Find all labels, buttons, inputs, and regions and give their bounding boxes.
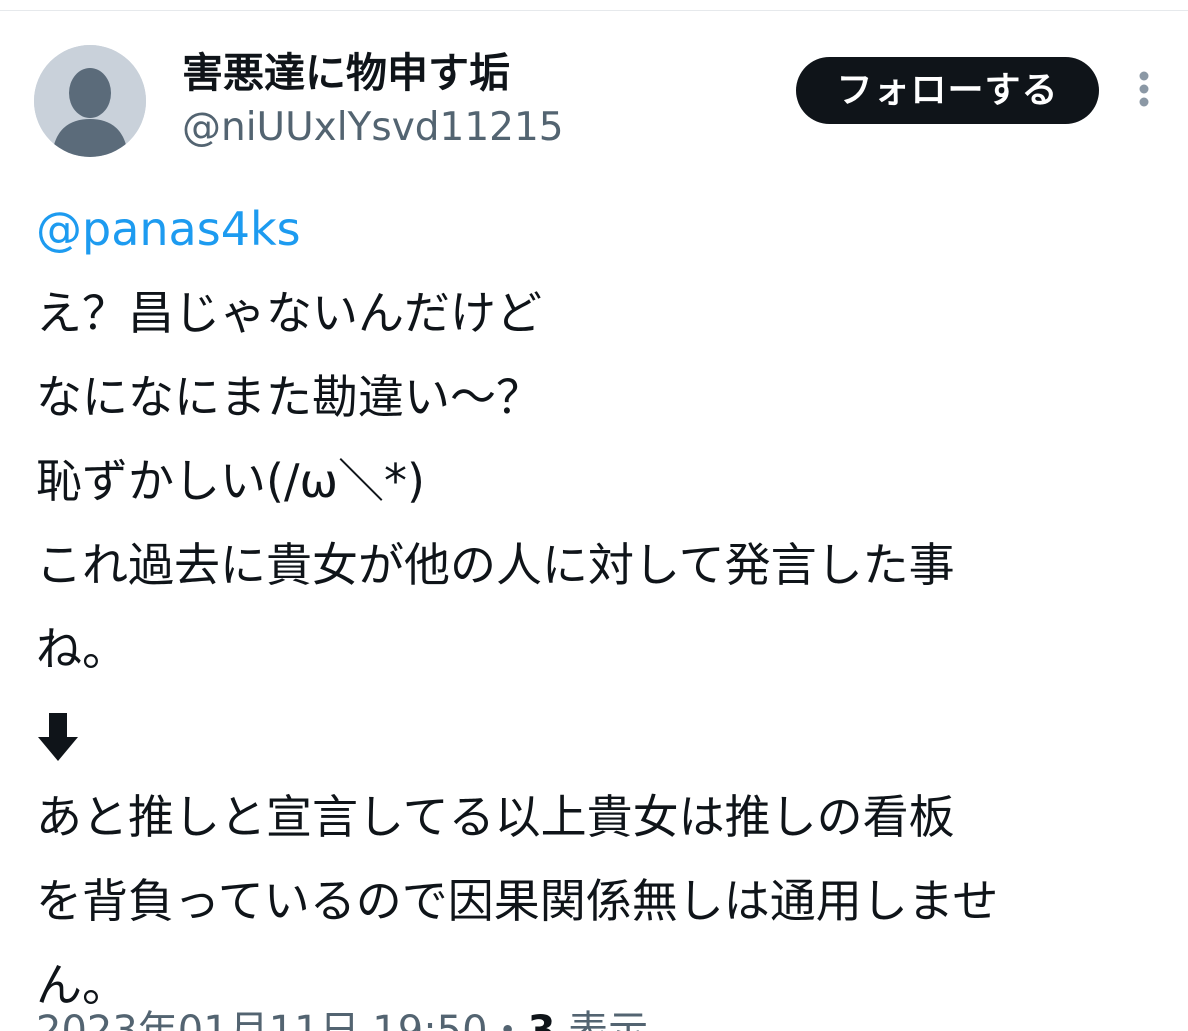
- top-divider: [0, 0, 1188, 11]
- tweet-text: @panas4ks え？昌じゃないんだけど なになにまた勘違い〜？ 恥ずかしい(…: [36, 187, 1166, 1027]
- reply-mention-link[interactable]: @panas4ks: [36, 187, 1166, 271]
- down-arrow-icon: [38, 712, 78, 761]
- tweet-line: 恥ずかしい(/ω＼*): [36, 454, 425, 508]
- tweet-line: あと推しと宣言してる以上貴女は推しの看板: [36, 790, 955, 844]
- vertical-ellipsis-icon: [1139, 71, 1149, 107]
- tweet-timestamp[interactable]: 2023年01月11日 19:50: [36, 1008, 488, 1031]
- author-display-name[interactable]: 害悪達に物申す垢: [182, 46, 510, 100]
- follow-button[interactable]: フォローする: [796, 57, 1099, 124]
- tweet-line: え？昌じゃないんだけど: [36, 286, 542, 340]
- tweet-line: なになにまた勘違い〜？: [36, 370, 542, 424]
- more-options-button[interactable]: [1124, 68, 1164, 112]
- tweet-line: を背負っているので因果関係無しは通用しませ: [36, 874, 999, 928]
- tweet-line: これ過去に貴女が他の人に対して発言した事: [36, 538, 955, 592]
- author-avatar[interactable]: [34, 45, 146, 157]
- arrow-line: [36, 691, 1166, 775]
- tweet-meta: 2023年01月11日 19:50・3 表示: [36, 1004, 648, 1031]
- default-user-avatar-icon: [34, 45, 146, 157]
- views-label: 表示: [568, 1008, 649, 1031]
- meta-separator: ・: [487, 1008, 528, 1031]
- views-count: 3: [527, 1008, 556, 1031]
- author-handle[interactable]: @niUUxlYsvd11215: [182, 103, 564, 153]
- tweet-line: ね。: [36, 622, 128, 676]
